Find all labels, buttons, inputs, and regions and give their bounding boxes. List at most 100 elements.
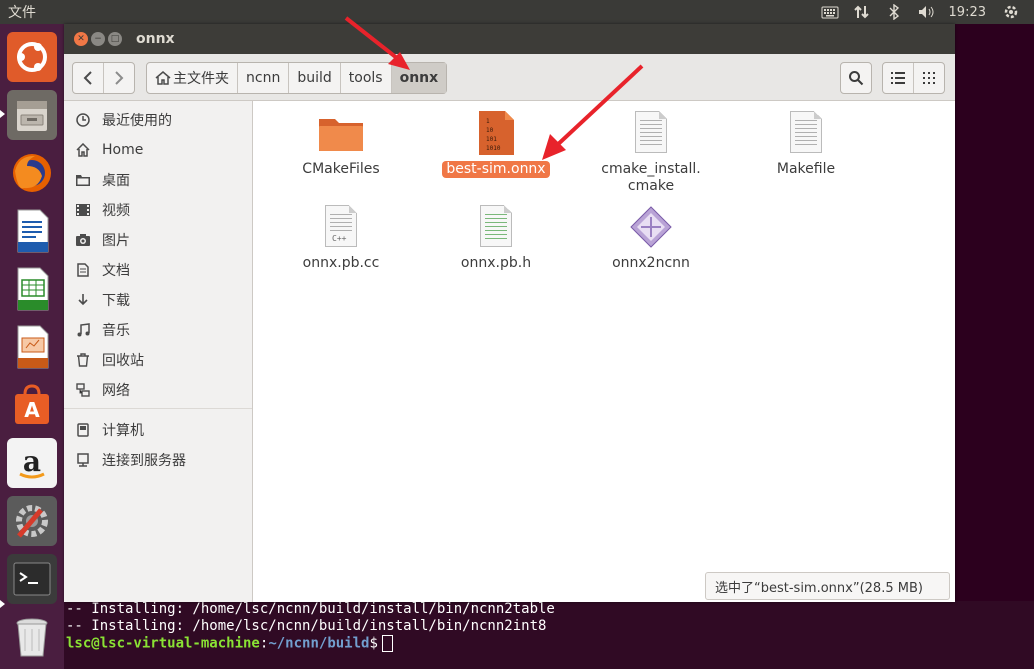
sidebar-item-desktop[interactable]: 桌面 xyxy=(74,167,130,193)
clock[interactable]: 19:23 xyxy=(949,5,986,20)
computer-icon xyxy=(74,421,92,439)
terminal-cursor xyxy=(381,635,393,652)
toolbar: 主文件夹 ncnn build tools onnx xyxy=(64,54,955,101)
file-name: onnx2ncnn xyxy=(612,255,690,271)
title-bar[interactable]: ✕ − □ onnx xyxy=(64,24,955,54)
sidebar-item-documents[interactable]: 文档 xyxy=(74,257,130,283)
breadcrumb-onnx[interactable]: onnx xyxy=(391,63,447,93)
file-name-line: cmake xyxy=(627,178,675,194)
sidebar-item-label: 桌面 xyxy=(102,173,130,189)
sidebar-item-videos[interactable]: 视频 xyxy=(74,197,130,223)
executable-icon xyxy=(627,203,675,251)
search-icon xyxy=(849,71,864,86)
breadcrumb-home[interactable]: 主文件夹 xyxy=(147,63,238,93)
close-icon[interactable]: ✕ xyxy=(74,32,88,46)
ubuntu-dash-icon[interactable] xyxy=(7,32,57,82)
file-manager-window: ✕ − □ onnx 主文件夹 ncnn build tools onnx 最近… xyxy=(64,24,955,602)
sidebar-item-computer[interactable]: 计算机 xyxy=(74,417,144,443)
back-button[interactable] xyxy=(73,63,103,93)
sidebar-item-recent[interactable]: 最近使用的 xyxy=(74,107,172,133)
file-name: onnx.pb.h xyxy=(460,255,532,271)
file-item-onnx-pb-cc[interactable]: C++ onnx.pb.cc xyxy=(281,203,401,272)
sidebar-item-home[interactable]: Home xyxy=(74,137,143,163)
sidebar-item-connect-server[interactable]: 连接到服务器 xyxy=(74,447,186,473)
folder-icon xyxy=(74,171,92,189)
binary-file-icon: 1 10 101 1010 xyxy=(472,109,520,157)
system-settings-icon[interactable] xyxy=(7,496,57,546)
trash-launcher-icon[interactable] xyxy=(7,612,57,662)
keyboard-icon[interactable] xyxy=(821,3,839,21)
sidebar-item-downloads[interactable]: 下载 xyxy=(74,287,130,313)
list-view-button[interactable] xyxy=(883,63,913,93)
file-view[interactable]: CMakeFiles 1 10 101 1010 best-sim.onnx c… xyxy=(253,101,955,602)
grid-view-icon xyxy=(923,72,935,84)
file-item-best-sim-onnx[interactable]: 1 10 101 1010 best-sim.onnx xyxy=(436,109,556,178)
terminal-line: -- Installing: /home/lsc/ncnn/build/inst… xyxy=(66,601,555,617)
minimize-icon[interactable]: − xyxy=(91,32,105,46)
breadcrumb-ncnn[interactable]: ncnn xyxy=(238,63,290,93)
sidebar-item-music[interactable]: 音乐 xyxy=(74,317,130,343)
header-file-icon xyxy=(472,203,520,251)
search-button[interactable] xyxy=(840,62,872,94)
software-center-icon[interactable]: A xyxy=(7,380,57,430)
text-file-icon xyxy=(627,109,675,157)
sidebar-item-label: 回收站 xyxy=(102,353,144,369)
window-title: onnx xyxy=(136,31,175,47)
breadcrumb-label: 主文件夹 xyxy=(173,71,229,87)
cpp-file-icon: C++ xyxy=(317,203,365,251)
launcher: A a xyxy=(0,24,64,669)
chevron-left-icon xyxy=(83,71,92,85)
breadcrumb-tools[interactable]: tools xyxy=(341,63,392,93)
file-item-makefile[interactable]: Makefile xyxy=(746,109,866,178)
app-menu-file[interactable]: 文件 xyxy=(8,2,36,22)
libreoffice-calc-icon[interactable] xyxy=(7,264,57,314)
network-transfer-icon[interactable] xyxy=(853,3,871,21)
chevron-right-icon xyxy=(115,71,124,85)
bluetooth-icon[interactable] xyxy=(885,3,903,21)
sidebar-item-label: 计算机 xyxy=(102,423,144,439)
sidebar-item-label: 文档 xyxy=(102,263,130,279)
trash-icon xyxy=(74,351,92,369)
file-name: onnx.pb.cc xyxy=(302,255,380,271)
history-nav xyxy=(72,62,135,94)
firefox-icon[interactable] xyxy=(7,148,57,198)
launcher-active-indicator xyxy=(0,110,5,118)
sidebar-item-label: 图片 xyxy=(102,233,130,249)
binary-text: 101 xyxy=(486,136,497,143)
maximize-icon[interactable]: □ xyxy=(108,32,122,46)
amazon-icon[interactable]: a xyxy=(7,438,57,488)
libreoffice-writer-icon[interactable] xyxy=(7,206,57,256)
prompt-user: lsc@lsc-virtual-machine xyxy=(66,635,260,652)
file-item-cmake-install[interactable]: cmake_install. cmake xyxy=(591,109,711,195)
terminal-prompt[interactable]: lsc@lsc-virtual-machine:~/ncnn/build$ xyxy=(66,635,1034,653)
download-icon xyxy=(74,291,92,309)
server-icon xyxy=(74,451,92,469)
breadcrumb-build[interactable]: build xyxy=(289,63,341,93)
breadcrumb: 主文件夹 ncnn build tools onnx xyxy=(146,62,448,94)
sidebar-item-pictures[interactable]: 图片 xyxy=(74,227,130,253)
file-item-onnx-pb-h[interactable]: onnx.pb.h xyxy=(436,203,556,272)
svg-text:a: a xyxy=(23,445,41,478)
sidebar-item-network[interactable]: 网络 xyxy=(74,377,130,403)
sidebar-item-label: 音乐 xyxy=(102,323,130,339)
music-icon xyxy=(74,321,92,339)
list-view-icon xyxy=(891,72,905,84)
terminal-icon[interactable] xyxy=(7,554,57,604)
forward-button[interactable] xyxy=(103,63,134,93)
terminal-line: -- Installing: /home/lsc/ncnn/build/inst… xyxy=(66,618,547,634)
system-gear-icon[interactable] xyxy=(1000,3,1022,21)
file-item-onnx2ncnn[interactable]: onnx2ncnn xyxy=(591,203,711,272)
sidebar-item-label: 下载 xyxy=(102,293,130,309)
libreoffice-impress-icon[interactable] xyxy=(7,322,57,372)
grid-view-button[interactable] xyxy=(913,63,944,93)
sidebar-item-label: 连接到服务器 xyxy=(102,453,186,469)
files-app-icon[interactable] xyxy=(7,90,57,140)
places-sidebar: 最近使用的 Home 桌面 视频 图片 文档 下载 音乐 回收站 网络 计算机 … xyxy=(64,101,253,602)
volume-icon[interactable] xyxy=(917,3,935,21)
sidebar-item-trash[interactable]: 回收站 xyxy=(74,347,144,373)
video-icon xyxy=(74,201,92,219)
home-icon xyxy=(74,141,92,159)
file-name-line: cmake_install. xyxy=(601,161,701,177)
sidebar-item-label: 最近使用的 xyxy=(102,113,172,129)
file-item-cmakefiles[interactable]: CMakeFiles xyxy=(281,109,401,178)
